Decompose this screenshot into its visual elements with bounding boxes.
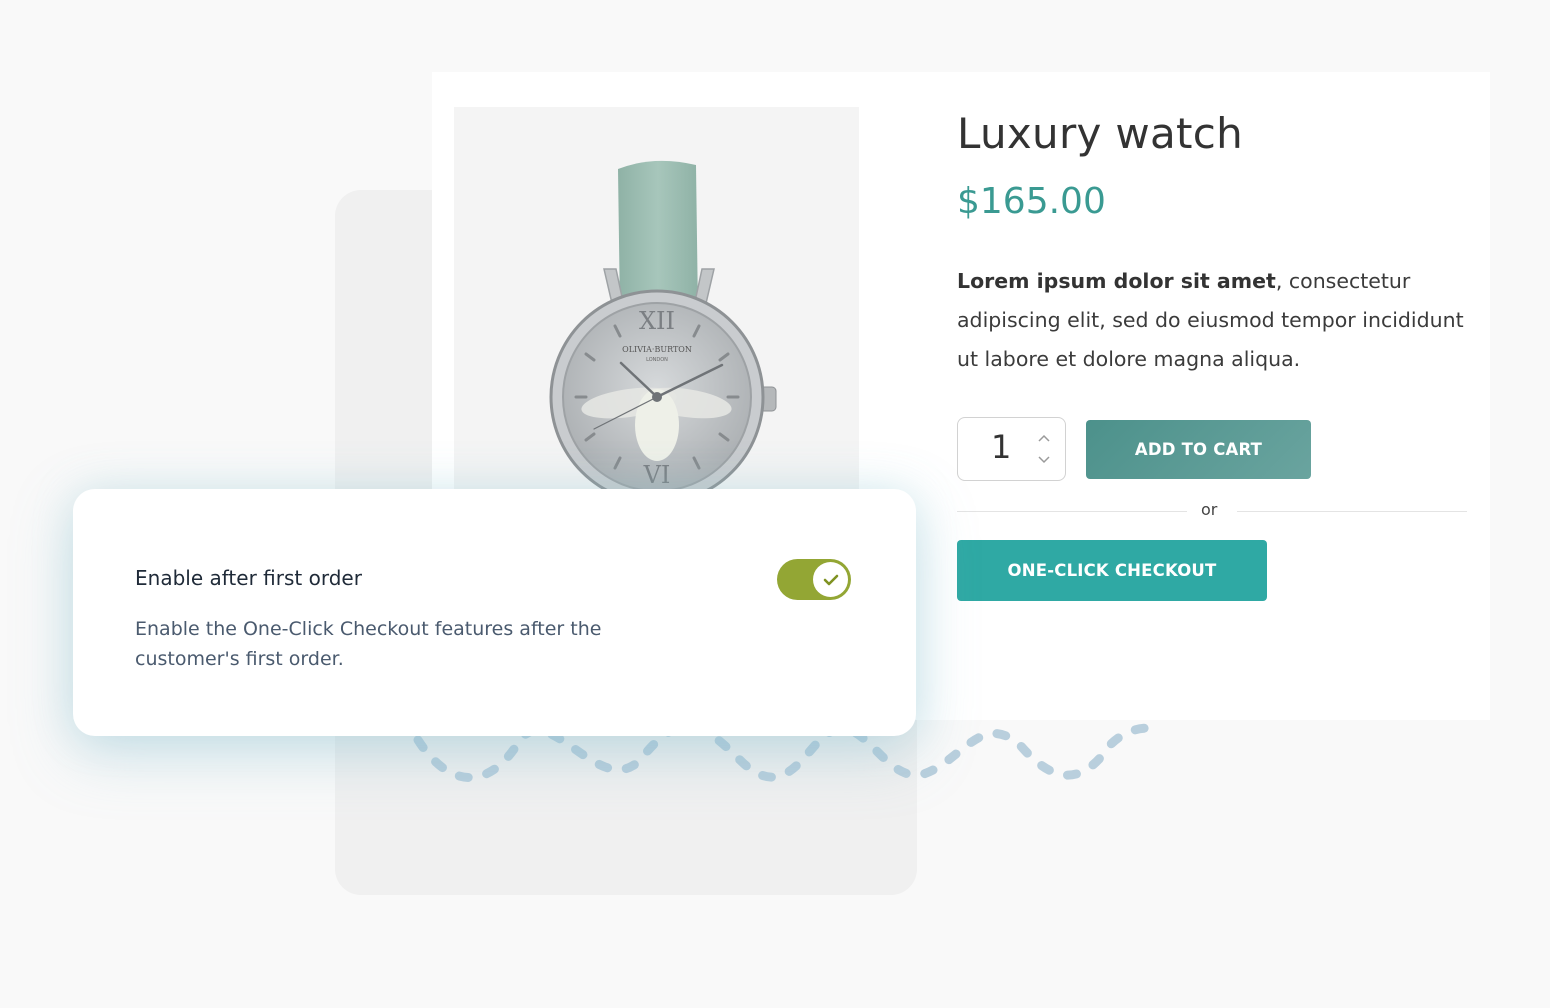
- chevron-down-icon[interactable]: [1036, 452, 1052, 468]
- cart-row: 1 ADD TO CART: [957, 417, 1487, 481]
- product-title: Luxury watch: [957, 109, 1244, 158]
- setting-title: Enable after first order: [135, 566, 362, 590]
- watch-brand: OLIVIA·BURTON: [622, 345, 692, 354]
- or-divider: or: [957, 500, 1467, 524]
- description-bold: Lorem ipsum dolor sit amet: [957, 269, 1276, 293]
- numeral-twelve: XII: [639, 307, 675, 335]
- divider-line-left: [957, 511, 1187, 512]
- check-icon: [823, 574, 838, 585]
- enable-toggle[interactable]: [777, 559, 851, 600]
- chevron-up-icon[interactable]: [1036, 430, 1052, 446]
- setting-description: Enable the One-Click Checkout features a…: [135, 618, 602, 670]
- quantity-stepper[interactable]: 1: [957, 417, 1066, 481]
- quantity-value[interactable]: 1: [991, 428, 1011, 466]
- or-label: or: [1201, 500, 1218, 519]
- toggle-knob: [813, 562, 848, 597]
- product-info: Luxury watch $165.00 Lorem ipsum dolor s…: [957, 108, 1477, 379]
- add-to-cart-button[interactable]: ADD TO CART: [1086, 420, 1311, 479]
- divider-line-right: [1237, 511, 1467, 512]
- one-click-checkout-button[interactable]: ONE-CLICK CHECKOUT: [957, 540, 1267, 601]
- stage: XII VI OLIVIA·BURTON LONDON Luxury watch…: [0, 0, 1550, 1008]
- watch-city: LONDON: [646, 357, 668, 363]
- numeral-six: VI: [643, 461, 671, 489]
- setting-card: Enable after first order Enable the One-…: [73, 489, 916, 736]
- product-description: Lorem ipsum dolor sit amet, consectetur …: [957, 262, 1467, 379]
- product-price: $165.00: [957, 181, 1106, 222]
